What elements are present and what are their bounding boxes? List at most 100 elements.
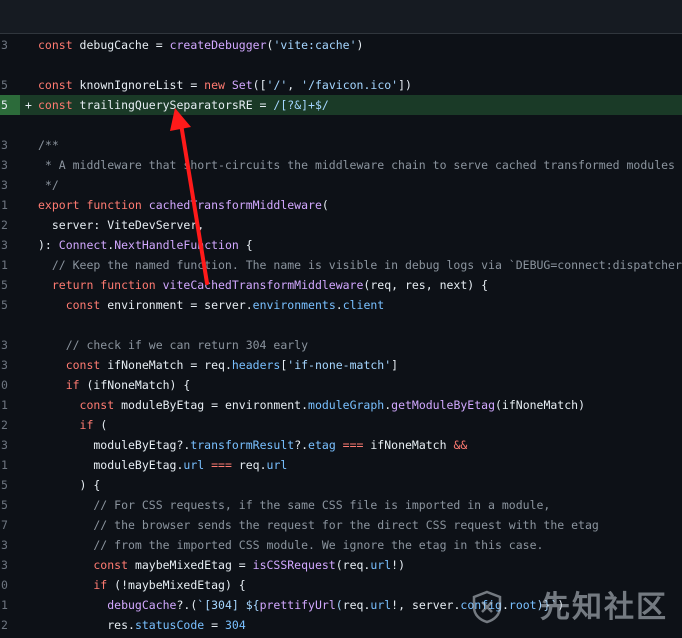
code-token: const: [38, 398, 122, 412]
code-token: moduleByEtag.: [38, 458, 184, 472]
code-token: trailingQuerySeparatorsRE =: [79, 98, 274, 112]
line-number[interactable]: 0: [0, 575, 20, 595]
code-token: // check if we can return 304 early: [38, 338, 309, 352]
code-text: // from the imported CSS module. We igno…: [38, 535, 682, 555]
code-token: // For CSS requests, if the same CSS fil…: [38, 498, 551, 512]
line-number[interactable]: 3: [0, 355, 20, 375]
code-token: environments: [252, 298, 336, 312]
line-number[interactable]: 1: [0, 255, 20, 275]
code-line: 3 * A middleware that short-circuits the…: [0, 155, 682, 175]
code-text: const trailingQuerySeparatorsRE = /[?&]+…: [38, 95, 682, 115]
code-line: [0, 55, 682, 75]
line-number[interactable]: 3: [0, 335, 20, 355]
watermark: 先知社区: [540, 590, 668, 625]
code-token: (: [321, 198, 329, 212]
code-token: Connect: [58, 238, 108, 252]
line-number[interactable]: [0, 315, 20, 335]
code-text: const debugCache = createDebugger('vite:…: [38, 35, 682, 55]
line-number[interactable]: [0, 55, 20, 75]
line-number[interactable]: 3: [0, 35, 20, 55]
line-number[interactable]: 3: [0, 535, 20, 555]
code-line: 5 const knownIgnoreList = new Set(['/', '…: [0, 75, 682, 95]
code-text: /**: [38, 135, 682, 155]
code-line: 0 if (ifNoneMatch) {: [0, 375, 682, 395]
code-line: 5 // For CSS requests, if the same CSS f…: [0, 495, 682, 515]
code-token: (: [335, 598, 343, 612]
line-number[interactable]: 3: [0, 435, 20, 455]
file-header-bar: [0, 0, 682, 34]
code-token: cachedTransformMiddleware: [148, 198, 322, 212]
code-token: req.: [238, 458, 267, 472]
code-text: const moduleByEtag = environment.moduleG…: [38, 395, 682, 415]
line-number[interactable]: 3: [0, 135, 20, 155]
code-token: transformResult: [190, 438, 295, 452]
code-token: client: [342, 298, 385, 312]
code-token: // from the imported CSS module. We igno…: [38, 538, 544, 552]
line-number[interactable]: 3: [0, 235, 20, 255]
code-text: moduleByEtag?.transformResult?.etag === …: [38, 435, 682, 455]
line-number[interactable]: 2: [0, 415, 20, 435]
code-token: &&: [453, 438, 468, 452]
code-token: createDebugger: [169, 38, 267, 52]
code-line: 3 moduleByEtag?.transformResult?.etag ==…: [0, 435, 682, 455]
code-line: 2 if (: [0, 415, 682, 435]
code-token: getModuleByEtag: [391, 398, 495, 412]
code-token: /[?&]+$/: [273, 98, 329, 112]
line-number[interactable]: 5: [0, 475, 20, 495]
code-token: ?.(: [176, 598, 198, 612]
line-number[interactable]: 1: [0, 395, 20, 415]
code-text: // check if we can return 304 early: [38, 335, 682, 355]
code-token: (!maybeMixedEtag) {: [114, 578, 246, 592]
line-number[interactable]: 0: [0, 375, 20, 395]
line-number[interactable]: 3: [0, 175, 20, 195]
code-token: (ifNoneMatch): [495, 398, 586, 412]
code-token: NextHandleFunction: [114, 238, 239, 252]
code-text: // the browser sends the request for the…: [38, 515, 682, 535]
code-token: maybeMixedEtag =: [134, 558, 253, 572]
code-line: 3 const debugCache = createDebugger('vite…: [0, 35, 682, 55]
code-token: {: [238, 238, 253, 252]
code-token: '/': [266, 78, 288, 92]
line-number[interactable]: 7: [0, 515, 20, 535]
code-token: 'if-none-match': [287, 358, 392, 372]
code-token: debugCache =: [79, 38, 170, 52]
code-text: const environment = server.environments.…: [38, 295, 682, 315]
code-line: 7 // the browser sends the request for t…: [0, 515, 682, 535]
code-token: const: [38, 78, 80, 92]
code-token: ifNoneMatch = req.: [107, 358, 232, 372]
line-number[interactable]: 2: [0, 215, 20, 235]
code-token: new: [204, 78, 232, 92]
line-number[interactable]: 3: [0, 155, 20, 175]
line-number[interactable]: 5: [0, 95, 20, 115]
code-token: */: [38, 178, 59, 192]
line-number[interactable]: 1: [0, 595, 20, 615]
code-text: const maybeMixedEtag = isCSSRequest(req.…: [38, 555, 682, 575]
line-number[interactable]: 3: [0, 555, 20, 575]
code-text: ) {: [38, 475, 682, 495]
code-token: // Keep the named function. The name is …: [38, 258, 682, 272]
code-token: environment = server.: [107, 298, 253, 312]
line-number[interactable]: 5: [0, 75, 20, 95]
line-number[interactable]: 2: [0, 615, 20, 635]
line-number[interactable]: 5: [0, 495, 20, 515]
code-line: 3 */: [0, 175, 682, 195]
code-token: 304: [224, 618, 246, 632]
code-line: [0, 315, 682, 335]
code-token: ):: [38, 238, 59, 252]
code-token: headers: [231, 358, 281, 372]
code-token: const: [38, 298, 108, 312]
line-number[interactable]: 5: [0, 295, 20, 315]
diff-marker: +: [25, 98, 32, 112]
code-token: url: [266, 458, 288, 472]
line-number[interactable]: 1: [0, 455, 20, 475]
code-token: // the browser sends the request for the…: [38, 518, 599, 532]
code-token: const: [38, 98, 80, 112]
code-token: statusCode: [134, 618, 205, 632]
line-number[interactable]: [0, 115, 20, 135]
code-token: ?.: [294, 438, 309, 452]
code-text: moduleByEtag.url === req.url: [38, 455, 682, 475]
code-token: url: [370, 598, 392, 612]
line-number[interactable]: 1: [0, 195, 20, 215]
line-number[interactable]: 5: [0, 275, 20, 295]
code-text: return function viteCachedTransformMiddl…: [38, 275, 682, 295]
